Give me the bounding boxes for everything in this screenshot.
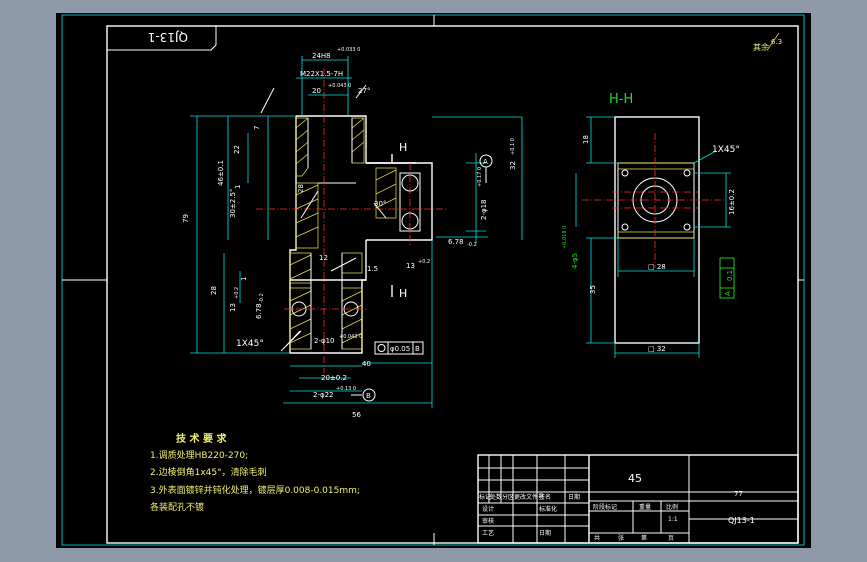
svg-text:16±0.2: 16±0.2 [728, 189, 736, 215]
svg-text:56: 56 [352, 411, 361, 419]
main-leaders [260, 84, 387, 352]
svg-text:22: 22 [233, 145, 241, 154]
tb-material: 45 [628, 472, 642, 485]
svg-text:30°: 30° [374, 200, 386, 208]
svg-text:0.1: 0.1 [726, 270, 734, 281]
svg-text:28: 28 [297, 184, 305, 193]
svg-text:13: 13 [229, 303, 237, 312]
svg-text:-0.2: -0.2 [259, 293, 265, 303]
svg-text:1X45°: 1X45° [236, 339, 264, 349]
tb-part-name: 77 [734, 490, 743, 498]
outer-frame [61, 14, 805, 546]
section-view [582, 116, 724, 344]
svg-text:设计: 设计 [482, 505, 494, 513]
svg-text:7: 7 [253, 126, 261, 130]
svg-text:1: 1 [240, 277, 248, 281]
svg-text:处数: 处数 [490, 493, 502, 501]
svg-text:共: 共 [594, 534, 600, 542]
svg-text:6.78: 6.78 [448, 238, 464, 246]
section-title: H-H [609, 92, 633, 107]
roughness-note: 其余 [753, 42, 769, 52]
svg-text:12: 12 [319, 254, 328, 262]
svg-text:30±2.5°: 30±2.5° [229, 189, 237, 218]
svg-text:A: A [483, 158, 488, 166]
drawing-canvas: QJ13-1 其余 6.3 24H8 +0.033 0 M22X1.5-7H 2… [61, 14, 805, 546]
svg-text:2-φ10: 2-φ10 [314, 337, 335, 345]
svg-text:40: 40 [362, 360, 371, 368]
svg-text:20±0.2: 20±0.2 [321, 374, 347, 382]
svg-text:20: 20 [312, 87, 321, 95]
main-dims: 24H8 +0.033 0 M22X1.5-7H 20 +0.043 0 7 2… [182, 47, 517, 419]
svg-text:审核: 审核 [482, 517, 494, 525]
svg-text:阶段标记: 阶段标记 [593, 503, 617, 511]
svg-text:35: 35 [589, 285, 597, 294]
svg-text:分区: 分区 [502, 493, 514, 501]
svg-text:+0.17 0: +0.17 0 [477, 167, 483, 187]
tb-drawing-no: QJ13-1 [728, 516, 755, 525]
svg-text:A: A [724, 291, 732, 296]
svg-text:6.78: 6.78 [255, 303, 263, 319]
svg-text:日期: 日期 [568, 493, 580, 501]
svg-text:2.边棱倒角1x45°，清除毛刺: 2.边棱倒角1x45°，清除毛刺 [150, 466, 267, 478]
section-dims: 18 1X45° 16±0.2 4-φ5 +0.018 0 35 □ 28 □ … [562, 135, 740, 353]
svg-text:+0.2: +0.2 [234, 287, 240, 299]
section-mark-bottom: H [399, 287, 407, 300]
svg-text:M22X1.5-7H: M22X1.5-7H [300, 70, 343, 78]
svg-text:第: 第 [641, 534, 647, 542]
svg-text:QJ13-1: QJ13-1 [148, 30, 188, 44]
svg-text:2-φ18: 2-φ18 [480, 199, 488, 220]
technical-requirements: 技 术 要 求 1.调质处理HB220-270; 2.边棱倒角1x45°，清除毛… [150, 432, 360, 513]
section-mark-top: H [399, 141, 407, 154]
svg-text:技 术 要 求: 技 术 要 求 [176, 432, 227, 445]
svg-text:重量: 重量 [639, 503, 651, 511]
svg-text:页: 页 [668, 535, 674, 542]
svg-text:□ 32: □ 32 [648, 345, 666, 353]
svg-text:+0.043 0: +0.043 0 [339, 334, 362, 340]
svg-text:张: 张 [618, 534, 624, 542]
svg-text:+0.043 0: +0.043 0 [328, 83, 351, 89]
position-tolerance-frame: φ0.05 B [374, 341, 424, 355]
svg-text:1X45°: 1X45° [712, 145, 740, 155]
svg-text:+0.13 0: +0.13 0 [336, 386, 356, 392]
svg-text:1.调质处理HB220-270;: 1.调质处理HB220-270; [150, 449, 248, 461]
svg-text:□ 28: □ 28 [648, 263, 666, 271]
svg-text:+0.033 0: +0.033 0 [337, 47, 360, 53]
svg-text:1.5: 1.5 [367, 265, 378, 273]
svg-text:日期: 日期 [539, 529, 551, 537]
svg-text:+0.2: +0.2 [418, 259, 430, 265]
svg-text:标准化: 标准化 [539, 505, 557, 513]
main-view [256, 68, 446, 373]
svg-text:1: 1 [234, 185, 242, 189]
code-box: QJ13-1 [106, 25, 217, 51]
svg-text:比例: 比例 [666, 503, 678, 511]
svg-text:2-φ22: 2-φ22 [313, 391, 334, 399]
main-dim-lines [190, 56, 523, 408]
svg-text:13: 13 [406, 262, 415, 270]
svg-text:B: B [366, 392, 371, 400]
svg-text:3.外表面镀锌并钝化处理，镀层厚0.008-0.015mm;: 3.外表面镀锌并钝化处理，镀层厚0.008-0.015mm; [150, 484, 360, 496]
svg-text:-0.2: -0.2 [467, 242, 477, 248]
svg-text:各装配孔不镀: 各装配孔不镀 [150, 501, 204, 513]
svg-text:32: 32 [509, 161, 517, 170]
svg-text:φ0.05: φ0.05 [390, 345, 410, 353]
svg-text:工艺: 工艺 [482, 529, 494, 537]
svg-text:24H8: 24H8 [312, 52, 331, 60]
svg-text:27°: 27° [358, 87, 370, 95]
tb-scale: 1:1 [668, 516, 678, 523]
svg-text:46±0.1: 46±0.1 [217, 160, 225, 186]
svg-text:+0.1 0: +0.1 0 [510, 138, 516, 155]
flatness-frame: 0.1 A [719, 257, 735, 299]
svg-text:18: 18 [582, 135, 590, 144]
title-block: 45 77 QJ13-1 1:1 标记 处数 分区 更改文件号 签名 日期 设计… [477, 454, 799, 544]
inner-frame [106, 25, 799, 544]
svg-text:签名: 签名 [539, 493, 551, 501]
cad-viewport[interactable]: QJ13-1 其余 6.3 24H8 +0.033 0 M22X1.5-7H 2… [56, 13, 811, 548]
frame-ticks [62, 15, 804, 545]
svg-text:28: 28 [210, 286, 218, 295]
svg-text:79: 79 [182, 214, 190, 223]
svg-text:4-φ5: 4-φ5 [571, 253, 579, 269]
svg-text:B: B [415, 345, 420, 353]
svg-text:+0.018 0: +0.018 0 [562, 226, 568, 249]
